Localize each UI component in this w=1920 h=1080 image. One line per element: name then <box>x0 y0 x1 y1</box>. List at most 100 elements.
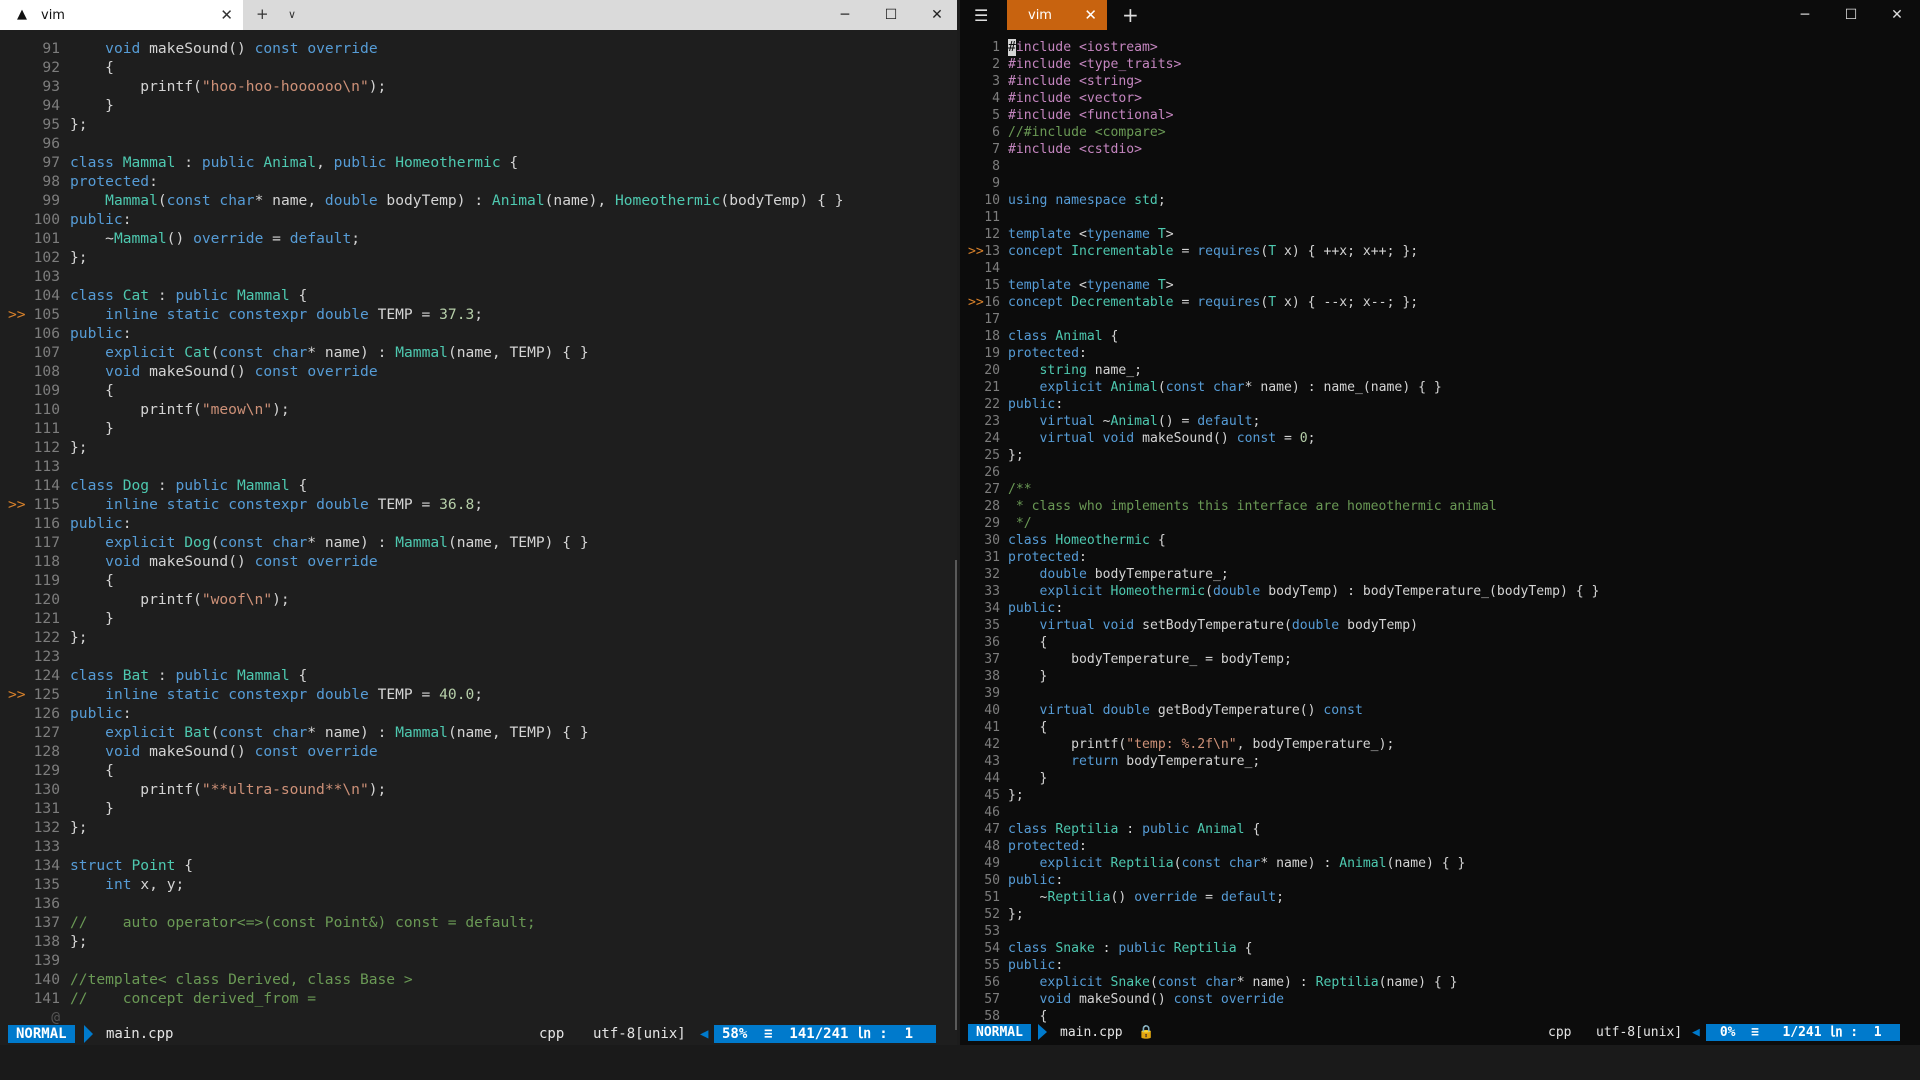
code-line[interactable]: 38 } <box>968 668 1599 685</box>
code-line[interactable]: 102}; <box>8 248 843 267</box>
code-line[interactable]: 33 explicit Homeothermic(double bodyTemp… <box>968 583 1599 600</box>
left-code-area[interactable]: 91 void makeSound() const override 92 {93… <box>8 39 843 1027</box>
code-line[interactable]: 35 virtual void setBodyTemperature(doubl… <box>968 617 1599 634</box>
code-line[interactable]: 127 explicit Bat(const char* name) : Mam… <box>8 723 843 742</box>
tab-vim-left[interactable]: ▲ vim ✕ <box>0 0 243 30</box>
code-line[interactable]: 49 explicit Reptilia(const char* name) :… <box>968 855 1599 872</box>
code-line[interactable]: 46 <box>968 804 1599 821</box>
code-line[interactable]: 54 class Snake : public Reptilia { <box>968 940 1599 957</box>
code-line[interactable]: 7 #include <cstdio> <box>968 141 1599 158</box>
code-line[interactable]: 98 protected: <box>8 172 843 191</box>
code-line[interactable]: 141 // concept derived_from = <box>8 989 843 1008</box>
code-line[interactable]: 30 class Homeothermic { <box>968 532 1599 549</box>
code-line[interactable]: 55 public: <box>968 957 1599 974</box>
code-line[interactable]: 109 { <box>8 381 843 400</box>
code-line[interactable]: 130 printf("**ultra-sound**\n"); <box>8 780 843 799</box>
code-line[interactable]: >> 105 inline static constexpr double TEM… <box>8 305 843 324</box>
code-line[interactable]: 47 class Reptilia : public Animal { <box>968 821 1599 838</box>
chevron-down-icon[interactable]: ∨ <box>288 8 296 21</box>
code-line[interactable]: 119 { <box>8 571 843 590</box>
code-line[interactable]: 50 public: <box>968 872 1599 889</box>
code-line[interactable]: 99 Mammal(const char* name, double bodyT… <box>8 191 843 210</box>
code-line[interactable]: 100 public: <box>8 210 843 229</box>
right-code-area[interactable]: 1 #include <iostream> 2 #include <type_trai… <box>968 39 1599 1025</box>
tab-vim-right[interactable]: vim ✕ <box>1007 0 1107 30</box>
code-line[interactable]: 112}; <box>8 438 843 457</box>
close-window-icon[interactable]: ✕ <box>914 0 957 30</box>
code-line[interactable]: 17 <box>968 311 1599 328</box>
code-line[interactable]: 37 bodyTemperature_ = bodyTemp; <box>968 651 1599 668</box>
code-line[interactable]: 111 } <box>8 419 843 438</box>
code-line[interactable]: 44 } <box>968 770 1599 787</box>
plus-icon[interactable]: + <box>1122 3 1139 27</box>
code-line[interactable]: 28 * class who implements this interface… <box>968 498 1599 515</box>
hamburger-menu-icon[interactable]: ☰ <box>974 6 988 25</box>
code-line[interactable]: 108 void makeSound() const override <box>8 362 843 381</box>
code-line[interactable]: 39 <box>968 685 1599 702</box>
code-line[interactable]: 20 string name_; <box>968 362 1599 379</box>
code-line[interactable]: 128 void makeSound() const override <box>8 742 843 761</box>
maximize-icon[interactable]: ☐ <box>1828 0 1874 30</box>
code-line[interactable]: 24 virtual void makeSound() const = 0; <box>968 430 1599 447</box>
code-line[interactable]: 137 // auto operator<=>(const Point&) con… <box>8 913 843 932</box>
code-line[interactable]: 51 ~Reptilia() override = default; <box>968 889 1599 906</box>
code-line[interactable]: 57 void makeSound() const override <box>968 991 1599 1008</box>
code-line[interactable]: 23 virtual ~Animal() = default; <box>968 413 1599 430</box>
code-line[interactable]: 140 //template< class Derived, class Base… <box>8 970 843 989</box>
code-line[interactable]: 4 #include <vector> <box>968 90 1599 107</box>
code-line[interactable]: 113 <box>8 457 843 476</box>
code-line[interactable]: 106 public: <box>8 324 843 343</box>
code-line[interactable]: 3 #include <string> <box>968 73 1599 90</box>
code-line[interactable]: 22 public: <box>968 396 1599 413</box>
code-line[interactable]: 107 explicit Cat(const char* name) : Mam… <box>8 343 843 362</box>
code-line[interactable]: 31 protected: <box>968 549 1599 566</box>
code-line[interactable]: 42 printf("temp: %.2f\n", bodyTemperatur… <box>968 736 1599 753</box>
code-line[interactable]: 19 protected: <box>968 345 1599 362</box>
code-line[interactable]: >> 115 inline static constexpr double TEM… <box>8 495 843 514</box>
code-line[interactable]: 45}; <box>968 787 1599 804</box>
code-line[interactable]: 126 public: <box>8 704 843 723</box>
code-line[interactable]: 120 printf("woof\n"); <box>8 590 843 609</box>
code-line[interactable]: 134 struct Point { <box>8 856 843 875</box>
code-line[interactable]: 41 { <box>968 719 1599 736</box>
code-line[interactable]: 56 explicit Snake(const char* name) : Re… <box>968 974 1599 991</box>
maximize-icon[interactable]: ☐ <box>868 0 914 30</box>
code-line[interactable]: 52}; <box>968 906 1599 923</box>
code-line[interactable]: 25}; <box>968 447 1599 464</box>
code-line[interactable]: 117 explicit Dog(const char* name) : Mam… <box>8 533 843 552</box>
code-line[interactable]: 121 } <box>8 609 843 628</box>
minimize-icon[interactable]: ─ <box>1782 0 1828 30</box>
code-line[interactable]: 124 class Bat : public Mammal { <box>8 666 843 685</box>
code-line[interactable]: 138}; <box>8 932 843 951</box>
code-line[interactable]: 133 <box>8 837 843 856</box>
code-line[interactable]: 118 void makeSound() const override <box>8 552 843 571</box>
code-line[interactable]: 131 } <box>8 799 843 818</box>
code-line[interactable]: 132}; <box>8 818 843 837</box>
code-line[interactable]: 14 <box>968 260 1599 277</box>
code-line[interactable]: 135 int x, y; <box>8 875 843 894</box>
code-line[interactable]: 91 void makeSound() const override <box>8 39 843 58</box>
code-line[interactable]: 11 <box>968 209 1599 226</box>
code-line[interactable]: 34 public: <box>968 600 1599 617</box>
close-window-icon[interactable]: ✕ <box>1874 0 1920 30</box>
code-line[interactable]: 2 #include <type_traits> <box>968 56 1599 73</box>
code-line[interactable]: 123 <box>8 647 843 666</box>
code-line[interactable]: 139 <box>8 951 843 970</box>
code-line[interactable]: 114 class Dog : public Mammal { <box>8 476 843 495</box>
code-line[interactable]: 110 printf("meow\n"); <box>8 400 843 419</box>
code-line[interactable]: 95}; <box>8 115 843 134</box>
code-line[interactable]: 116 public: <box>8 514 843 533</box>
code-line[interactable]: 15 template <typename T> <box>968 277 1599 294</box>
code-line[interactable]: 48 protected: <box>968 838 1599 855</box>
code-line[interactable]: 58 { <box>968 1008 1599 1025</box>
left-scrollbar[interactable] <box>955 560 957 1030</box>
code-line[interactable]: 43 return bodyTemperature_; <box>968 753 1599 770</box>
code-line[interactable]: >> 125 inline static constexpr double TEM… <box>8 685 843 704</box>
code-line[interactable]: 26 <box>968 464 1599 481</box>
close-tab-icon[interactable]: ✕ <box>220 6 233 24</box>
code-line[interactable]: 18 class Animal { <box>968 328 1599 345</box>
code-line[interactable]: 101 ~Mammal() override = default; <box>8 229 843 248</box>
code-line[interactable]: 12 template <typename T> <box>968 226 1599 243</box>
code-line[interactable]: 32 double bodyTemperature_; <box>968 566 1599 583</box>
close-tab-icon[interactable]: ✕ <box>1084 6 1097 24</box>
